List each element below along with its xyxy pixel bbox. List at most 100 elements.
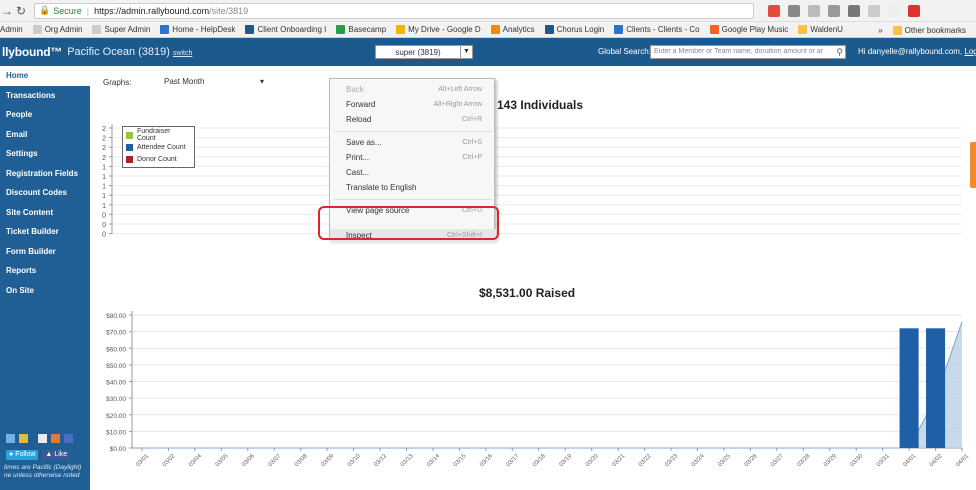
folder-icon xyxy=(892,25,902,35)
switch-link[interactable]: switch xyxy=(173,50,192,57)
global-search-input[interactable]: Enter a Member or Team name, donation am… xyxy=(650,45,846,59)
bookmark-label: Chorus Login xyxy=(556,25,605,34)
sidebar-item-ticket-builder[interactable]: Ticket Builder xyxy=(0,222,90,242)
forward-arrow-icon[interactable]: → xyxy=(0,4,14,18)
sidebar-item-form-builder[interactable]: Form Builder xyxy=(0,242,90,262)
extension-icon[interactable] xyxy=(768,4,780,17)
bookmark-label: Home - HelpDesk xyxy=(172,25,236,34)
site-select[interactable]: super (3819) ▼ xyxy=(375,45,473,59)
menu-item-cast[interactable]: Cast... xyxy=(330,166,496,179)
bookmark-favicon-icon xyxy=(92,25,102,34)
url-separator: | xyxy=(86,5,90,16)
x-tick-label: 03/16 xyxy=(479,453,494,468)
sidebar-item-people[interactable]: People xyxy=(0,105,90,125)
x-tick-label: 03/22 xyxy=(638,453,653,468)
bookmark-favicon-icon xyxy=(160,25,170,34)
y-tick-label: 1 xyxy=(102,174,106,181)
app-logo[interactable]: llybound™ xyxy=(2,45,62,59)
social-icon[interactable] xyxy=(38,434,47,443)
bookmark-item[interactable]: Home - HelpDesk xyxy=(160,25,235,34)
y-tick-label: $10.00 xyxy=(106,429,126,436)
range-select-value: Past Month xyxy=(164,77,205,86)
extension-icon[interactable] xyxy=(848,4,860,17)
x-tick-label: 03/29 xyxy=(823,453,838,468)
bookmark-item[interactable]: Super Admin xyxy=(92,25,150,34)
site-select-value: super (3819) xyxy=(395,47,441,57)
social-icon[interactable] xyxy=(19,434,28,443)
y-tick-label: 0 xyxy=(102,232,106,239)
bookmark-item[interactable]: Client Onboarding I xyxy=(245,25,326,34)
bookmarks-right: » Other bookmarks xyxy=(874,22,976,37)
menu-item-reload[interactable]: Reload Ctrl+R xyxy=(330,113,496,126)
bar[interactable] xyxy=(899,328,919,448)
sidebar-item-reports[interactable]: Reports xyxy=(0,261,90,281)
bookmark-item[interactable]: Analytics xyxy=(490,25,535,34)
sidebar-item-settings[interactable]: Settings xyxy=(0,144,90,164)
bookmarks-overflow-button[interactable]: » xyxy=(878,26,882,35)
org-name: Pacific Ocean (3819) xyxy=(67,46,170,58)
bookmark-item[interactable]: Org Admin xyxy=(32,25,82,34)
y-tick-label: $20.00 xyxy=(106,413,126,420)
legend-label: Attendee Count xyxy=(137,143,186,151)
legend-label: Fundraiser Count xyxy=(136,128,171,142)
logout-link[interactable]: Logo xyxy=(964,47,976,56)
bar[interactable] xyxy=(926,328,946,448)
x-tick-label: 03/05 xyxy=(215,453,230,468)
extension-icon[interactable] xyxy=(828,4,840,17)
bookmark-label: Clients - Clients - Co xyxy=(626,25,700,34)
other-bookmarks-folder[interactable]: Other bookmarks xyxy=(892,25,966,35)
social-icon[interactable] xyxy=(64,434,73,443)
x-tick-label: 03/13 xyxy=(400,453,415,468)
extension-icon[interactable] xyxy=(908,4,920,17)
facebook-like-button[interactable]: ▲ Like xyxy=(42,450,71,460)
bookmark-label: My Drive - Google D xyxy=(408,25,481,34)
x-tick-label: 03/12 xyxy=(373,453,388,468)
x-tick-label: 03/27 xyxy=(770,453,785,468)
sidebar-item-home[interactable]: Home xyxy=(0,66,90,86)
bookmark-item[interactable]: Admin xyxy=(0,25,23,34)
y-tick-label: $40.00 xyxy=(106,380,126,387)
range-select[interactable]: Past Month ▾ xyxy=(164,77,264,86)
bookmark-item[interactable]: Clients - Clients - Co xyxy=(614,25,700,34)
bookmark-item[interactable]: Basecamp xyxy=(336,25,386,34)
star-icon[interactable] xyxy=(808,4,820,17)
menu-item-translate-to-english[interactable]: Translate to English xyxy=(330,181,496,194)
url-host: https://admin.rallybound.com xyxy=(94,5,210,16)
sidebar-item-site-content[interactable]: Site Content xyxy=(0,203,90,223)
menu-item-back[interactable]: Back Alt+Left Arrow xyxy=(330,83,496,96)
individuals-chart: 2 2 2 2 1 1 1 1 1 0 0 0 xyxy=(102,124,962,239)
sidebar-item-on-site[interactable]: On Site xyxy=(0,281,90,301)
sidebar-item-discount-codes[interactable]: Discount Codes xyxy=(0,183,90,203)
extension-icons xyxy=(768,4,920,17)
bookmark-item[interactable]: WaldenU xyxy=(798,25,843,34)
extension-icon[interactable] xyxy=(888,4,900,17)
menu-item-print[interactable]: Print... Ctrl+P xyxy=(330,151,496,164)
extension-icon[interactable] xyxy=(868,4,880,17)
zoom-icon[interactable] xyxy=(788,4,800,17)
bookmark-item[interactable]: Google Play Music xyxy=(709,25,788,34)
sidebar-item-transactions[interactable]: Transactions xyxy=(0,86,90,106)
y-tick-label: 2 xyxy=(102,136,106,143)
twitter-follow-button[interactable]: ● Follow xyxy=(6,450,39,460)
sidebar-item-email[interactable]: Email xyxy=(0,125,90,145)
sidebar-item-registration-fields[interactable]: Registration Fields xyxy=(0,164,90,184)
y-tick-label: $30.00 xyxy=(106,396,126,403)
legend-item: Fundraiser Count xyxy=(126,128,191,142)
y-tick-label: 1 xyxy=(102,184,106,191)
search-icon[interactable]: ⚲ xyxy=(836,46,843,58)
bookmark-favicon-icon xyxy=(798,25,808,34)
bookmark-favicon-icon xyxy=(245,25,255,34)
bookmark-item[interactable]: Chorus Login xyxy=(544,25,605,34)
address-bar[interactable]: 🔒 Secure | https://admin.rallybound.com … xyxy=(34,2,754,19)
social-icon[interactable] xyxy=(6,434,15,443)
feedback-tab[interactable] xyxy=(970,142,976,188)
bookmark-label: Basecamp xyxy=(348,25,387,34)
menu-item-forward[interactable]: Forward Alt+Right Arrow xyxy=(330,98,496,111)
twitter-bird-icon: ● xyxy=(9,451,14,458)
reload-icon[interactable]: ↻ xyxy=(14,4,28,18)
social-icon[interactable] xyxy=(51,434,60,443)
x-tick-label: 03/28 xyxy=(797,453,812,468)
bookmark-item[interactable]: My Drive - Google D xyxy=(396,25,481,34)
menu-item-save-as[interactable]: Save as... Ctrl+S xyxy=(330,136,496,149)
sidebar: Home Transactions People Email Settings Regis… xyxy=(0,66,90,490)
